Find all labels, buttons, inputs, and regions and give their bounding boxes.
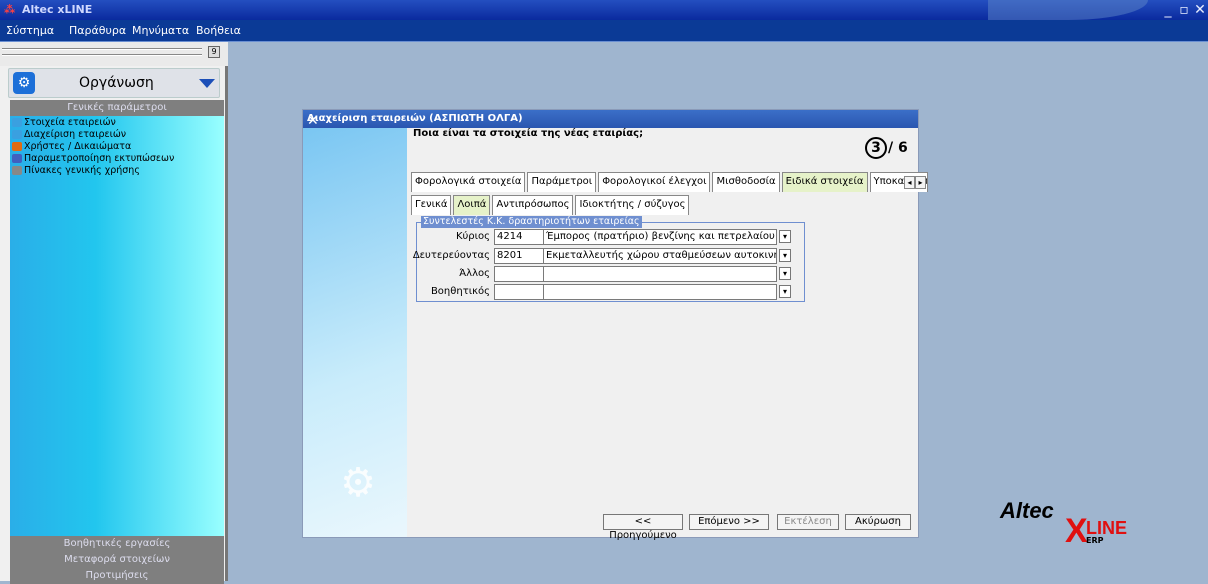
- tree-item-users-rights[interactable]: Χρήστες / Δικαιώματα: [12, 141, 131, 153]
- auxiliary-lookup-button[interactable]: ▾: [779, 285, 791, 298]
- section-aux-tasks[interactable]: Βοηθητικές εργασίες: [10, 536, 224, 552]
- grip-line: [2, 48, 202, 50]
- group-title: Συντελεστές Κ.Κ. δραστηριοτήτων εταιρεία…: [421, 216, 642, 228]
- menu-windows[interactable]: Παράθυρα: [69, 24, 126, 37]
- building-icon: [12, 118, 22, 127]
- printer-icon: [12, 154, 22, 163]
- building-icon: [12, 130, 22, 139]
- field-label: Κύριος: [455, 231, 490, 242]
- module-header[interactable]: ⚙ Οργάνωση: [8, 68, 220, 98]
- other-desc-field[interactable]: [543, 266, 777, 282]
- field-row-main: Κύριος 4214 Έμπορος (πρατήριο) βενζίνης …: [303, 229, 918, 245]
- field-row-secondary: Δευτερεύοντας 8201 Εκμεταλλευτής χώρου σ…: [303, 248, 918, 264]
- subtab-owner-spouse[interactable]: Ιδιοκτήτης / σύζυγος: [575, 195, 690, 215]
- tab-special-data[interactable]: Ειδικά στοιχεία: [781, 172, 868, 192]
- wizard-side-image: ⚙: [303, 128, 407, 537]
- section-preferences[interactable]: Προτιμήσεις: [10, 568, 224, 584]
- logo-x: X: [1065, 512, 1088, 550]
- menu-help[interactable]: Βοήθεια: [196, 24, 241, 37]
- users-icon: [12, 142, 22, 151]
- module-tree: Στοιχεία εταιρειών Διαχείριση εταιρειών …: [10, 116, 224, 538]
- wizard-step-indicator: 3/ 6: [865, 137, 908, 159]
- field-label: Άλλος: [459, 268, 490, 279]
- tree-item-general-tables[interactable]: Πίνακες γενικής χρήσης: [12, 165, 140, 177]
- menu-bar: Σύστημα Παράθυρα Μηνύματα Βοήθεια: [0, 20, 1208, 42]
- secondary-lookup-button[interactable]: ▾: [779, 249, 791, 262]
- tab-parameters[interactable]: Παράμετροι: [527, 172, 597, 192]
- logo-erp: ERP: [1086, 536, 1104, 545]
- section-data-transfer[interactable]: Μεταφορά στοιχείων: [10, 552, 224, 568]
- secondary-desc-field[interactable]: Εκμεταλλευτής χώρου σταθμεύσεων αυτοκινή…: [543, 248, 777, 264]
- auxiliary-code-field[interactable]: [494, 284, 544, 300]
- menu-messages[interactable]: Μηνύματα: [132, 24, 189, 37]
- tab-scroll-left-button[interactable]: ◂: [904, 176, 915, 189]
- title-decoration: [988, 0, 1148, 20]
- subtab-representative[interactable]: Αντιπρόσωπος: [492, 195, 574, 215]
- section-general-parameters[interactable]: Γενικές παράμετροι: [10, 100, 224, 116]
- secondary-code-field[interactable]: 8201: [494, 248, 544, 264]
- sub-tabs: Γενικά Λοιπά Αντιπρόσωπος Ιδιοκτήτης / σ…: [411, 195, 691, 215]
- main-desc-field[interactable]: Έμπορος (πρατήριο) βενζίνης και πετρελαί…: [543, 229, 777, 245]
- company-management-dialog: Διαχείριση εταιρειών (ΑΣΠΙΩΤΗ ΟΛΓΑ) ✕ ⚙ …: [302, 109, 928, 541]
- module-title: Οργάνωση: [79, 75, 154, 91]
- wizard-question: Ποια είναι τα στοιχεία της νέας εταιρίας…: [413, 128, 644, 139]
- app-title-bar: ⁂ Altec xLINE _ ▫ ✕: [0, 0, 1208, 20]
- field-row-other: Άλλος ▾: [303, 266, 918, 282]
- pin-icon[interactable]: 9: [208, 46, 220, 58]
- gear-icon: ⚙: [13, 72, 35, 94]
- app-title: Altec xLINE: [22, 3, 93, 16]
- tab-tax-data[interactable]: Φορολογικά στοιχεία: [411, 172, 526, 192]
- grip-line: [2, 54, 202, 56]
- field-row-auxiliary: Βοηθητικός ▾: [303, 284, 918, 300]
- field-label: Βοηθητικός: [430, 286, 490, 297]
- tree-item-print-settings[interactable]: Παραμετροποίηση εκτυπώσεων: [12, 153, 174, 165]
- navigation-panel: 9 ⚙ Οργάνωση Γενικές παράμετροι Στοιχεία…: [0, 42, 228, 584]
- previous-button[interactable]: << Προηγούμενο: [603, 514, 683, 541]
- step-current: 3: [865, 137, 887, 159]
- logo-brand: Altec: [1000, 498, 1054, 523]
- tree-item-company-data[interactable]: Στοιχεία εταιρειών: [12, 117, 116, 129]
- minimize-button[interactable]: _: [1160, 2, 1176, 18]
- other-code-field[interactable]: [494, 266, 544, 282]
- step-total: / 6: [888, 140, 908, 156]
- close-icon[interactable]: ✕: [307, 113, 912, 129]
- table-icon: [12, 166, 22, 175]
- next-button[interactable]: Επόμενο >>: [689, 514, 769, 530]
- tab-scroll-arrows: ◂ ▸: [904, 176, 926, 189]
- tab-scroll-right-button[interactable]: ▸: [915, 176, 926, 189]
- chevron-down-icon[interactable]: [199, 79, 215, 88]
- dialog-title-bar: Διαχείριση εταιρειών (ΑΣΠΙΩΤΗ ΟΛΓΑ) ✕: [303, 110, 918, 129]
- main-code-field[interactable]: 4214: [494, 229, 544, 245]
- gears-icon: ⚙: [340, 460, 376, 506]
- panel-toolbar: 9: [0, 42, 228, 66]
- menu-system[interactable]: Σύστημα: [6, 24, 54, 37]
- altec-app-icon: ⁂: [4, 3, 16, 16]
- subtab-general[interactable]: Γενικά: [411, 195, 452, 215]
- field-label: Δευτερεύοντας: [412, 250, 490, 261]
- other-lookup-button[interactable]: ▾: [779, 267, 791, 280]
- tab-tax-audits[interactable]: Φορολογικοί έλεγχοι: [598, 172, 711, 192]
- main-lookup-button[interactable]: ▾: [779, 230, 791, 243]
- altec-xline-logo: Altec X LINE ERP: [1000, 498, 1130, 550]
- restore-button[interactable]: ▫: [1176, 2, 1192, 18]
- close-app-button[interactable]: ✕: [1192, 2, 1208, 18]
- cancel-button[interactable]: Ακύρωση: [845, 514, 911, 530]
- tab-payroll[interactable]: Μισθοδοσία: [712, 172, 780, 192]
- subtab-other[interactable]: Λοιπά: [453, 195, 491, 215]
- auxiliary-desc-field[interactable]: [543, 284, 777, 300]
- tree-item-company-management[interactable]: Διαχείριση εταιρειών: [12, 129, 126, 141]
- execute-button[interactable]: Εκτέλεση: [777, 514, 839, 530]
- top-tabs: Φορολογικά στοιχεία Παράμετροι Φορολογικ…: [411, 172, 930, 192]
